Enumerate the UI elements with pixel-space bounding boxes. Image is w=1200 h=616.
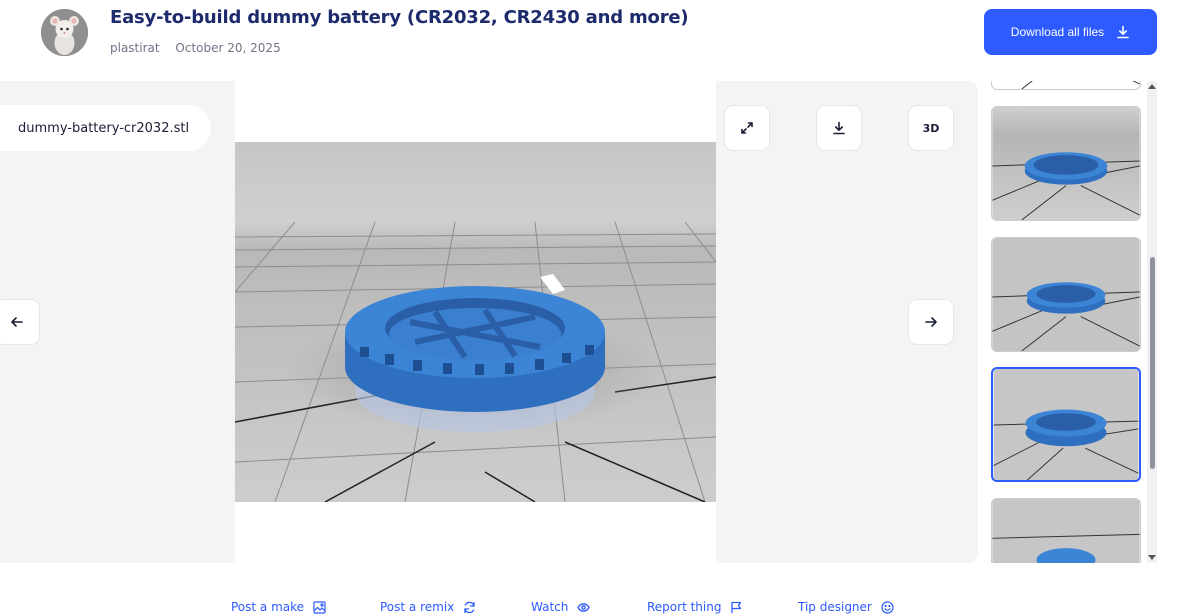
page-title: Easy-to-build dummy battery (CR2032, CR2… bbox=[110, 7, 689, 28]
post-remix-label: Post a remix bbox=[380, 600, 455, 614]
smile-icon bbox=[881, 600, 894, 614]
page: Easy-to-build dummy battery (CR2032, CR2… bbox=[0, 0, 1200, 616]
watch-link[interactable]: Watch bbox=[531, 600, 591, 614]
thing-actions: Post a make Post a remix Watch Report th… bbox=[0, 600, 1200, 616]
download-all-button[interactable]: Download all files bbox=[984, 9, 1157, 55]
thumbnail-image bbox=[992, 499, 1140, 563]
thumbnail-selected[interactable] bbox=[991, 367, 1141, 482]
image-icon bbox=[313, 600, 326, 614]
refresh-icon bbox=[464, 601, 475, 613]
report-thing-link[interactable]: Report thing bbox=[647, 600, 743, 614]
eye-icon bbox=[577, 602, 591, 612]
watch-label: Watch bbox=[531, 600, 569, 614]
thumbnail-strip[interactable] bbox=[986, 81, 1146, 563]
expand-icon bbox=[741, 122, 753, 134]
model-render-image bbox=[235, 142, 716, 502]
scroll-up-arrow-icon[interactable] bbox=[1148, 84, 1156, 89]
flag-icon bbox=[731, 601, 742, 613]
download-icon bbox=[1117, 25, 1129, 39]
tip-designer-label: Tip designer bbox=[798, 600, 872, 614]
thumbnail-image bbox=[992, 238, 1140, 351]
author-name[interactable]: plastirat bbox=[110, 41, 160, 55]
thumbnail-image bbox=[992, 81, 1140, 89]
thumbnail[interactable] bbox=[991, 237, 1141, 352]
thumbnail[interactable] bbox=[991, 106, 1141, 221]
author-avatar[interactable] bbox=[41, 9, 88, 56]
previous-image-button[interactable] bbox=[0, 299, 40, 345]
gallery-panel: dummy-battery-cr2032.stl 3D bbox=[0, 81, 978, 563]
arrow-left-icon bbox=[11, 317, 23, 327]
publish-date: October 20, 2025 bbox=[175, 41, 281, 55]
scrollbar-thumb[interactable] bbox=[1150, 257, 1155, 469]
download-file-button[interactable] bbox=[816, 105, 862, 151]
thumbnail-scrollbar[interactable] bbox=[1147, 81, 1157, 563]
thumbnail[interactable] bbox=[991, 498, 1141, 563]
arrow-right-icon bbox=[925, 317, 937, 327]
thumbnail[interactable] bbox=[991, 81, 1141, 90]
report-thing-label: Report thing bbox=[647, 600, 722, 614]
post-remix-link[interactable]: Post a remix bbox=[380, 600, 476, 614]
tip-designer-link[interactable]: Tip designer bbox=[798, 600, 894, 614]
download-all-label: Download all files bbox=[1010, 25, 1105, 39]
post-make-link[interactable]: Post a make bbox=[231, 600, 326, 614]
model-viewer[interactable] bbox=[235, 81, 716, 563]
thumbnail-image bbox=[992, 107, 1140, 220]
thumbnail-image bbox=[993, 369, 1139, 480]
download-icon bbox=[833, 121, 845, 135]
post-make-label: Post a make bbox=[231, 600, 305, 614]
next-image-button[interactable] bbox=[908, 299, 954, 345]
file-name: dummy-battery-cr2032.stl bbox=[18, 120, 190, 136]
author-meta: plastirat October 20, 2025 bbox=[110, 41, 281, 55]
view-3d-label: 3D bbox=[922, 121, 940, 135]
scroll-down-arrow-icon[interactable] bbox=[1148, 555, 1156, 560]
file-name-pill: dummy-battery-cr2032.stl bbox=[0, 105, 212, 151]
fullscreen-button[interactable] bbox=[724, 105, 770, 151]
view-3d-button[interactable]: 3D bbox=[908, 105, 954, 151]
